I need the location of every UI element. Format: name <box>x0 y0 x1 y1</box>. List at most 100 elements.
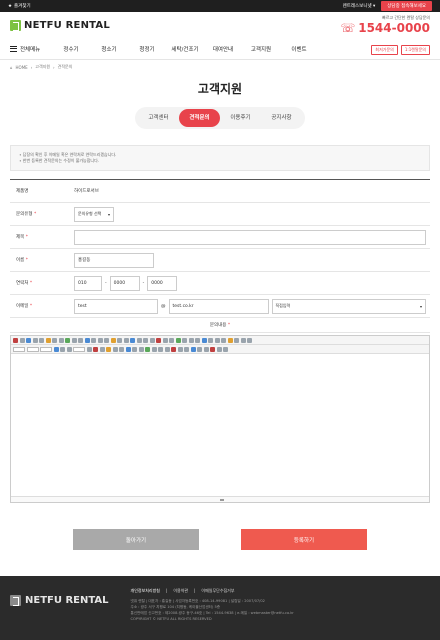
editor-tool-icon[interactable] <box>110 337 116 343</box>
editor-tool-icon[interactable] <box>210 346 215 352</box>
editor-tool-icon[interactable] <box>86 346 92 352</box>
tab-reviews[interactable]: 이용후기 <box>220 109 261 127</box>
editor-tool-icon[interactable] <box>149 337 155 343</box>
editor-tool-icon[interactable] <box>136 337 142 343</box>
footer-logo[interactable]: NETFU RENTAL <box>10 588 109 612</box>
phone-input-3[interactable]: 0000 <box>147 275 178 291</box>
editor-tool-icon[interactable] <box>145 346 150 352</box>
editor-tool-icon[interactable] <box>143 337 148 343</box>
email-domain-select[interactable]: 직접입력 ▾ <box>271 298 426 314</box>
email-id-input[interactable]: test <box>74 298 158 314</box>
nav-item-washer-dryer[interactable]: 세탁/건조기 <box>166 45 204 53</box>
consult-button[interactable]: 상담중 접속해보세요 <box>381 1 432 11</box>
editor-tool-icon[interactable] <box>39 337 44 343</box>
editor-tool-icon[interactable] <box>78 337 83 343</box>
editor-source-icon[interactable] <box>13 337 18 343</box>
editor-tool-icon[interactable] <box>197 346 202 352</box>
subject-input[interactable] <box>74 229 426 245</box>
editor-tool-icon[interactable] <box>184 346 189 352</box>
editor-tool-icon[interactable] <box>71 337 77 343</box>
editor-tool-icon[interactable] <box>201 337 207 343</box>
format-select[interactable] <box>13 346 25 352</box>
phone-number[interactable]: ☏ 1544-0000 <box>340 21 430 35</box>
editor-tool-icon[interactable] <box>182 337 187 343</box>
editor-tool-icon[interactable] <box>234 337 239 343</box>
nav-item-event[interactable]: 이벤트 <box>280 45 318 53</box>
back-button[interactable]: 돌아가기 <box>73 529 199 550</box>
editor-tool-icon[interactable] <box>93 346 98 352</box>
nav-item-rental-guide[interactable]: 대여안내 <box>204 45 242 53</box>
editor-tool-icon[interactable] <box>138 346 144 352</box>
site-logo[interactable]: NETFU RENTAL <box>10 19 110 31</box>
editor-tool-icon[interactable] <box>151 346 157 352</box>
editor-tool-icon[interactable] <box>97 337 103 343</box>
phone-input-1[interactable]: 010 <box>74 275 102 291</box>
nav-item-water-purifier[interactable]: 정수기 <box>52 45 90 53</box>
name-input[interactable]: 홍길동 <box>74 252 154 268</box>
editor-tool-icon[interactable] <box>188 337 194 343</box>
editor-tool-icon[interactable] <box>221 337 226 343</box>
editor-tool-icon[interactable] <box>177 346 183 352</box>
rental-inquiry-button[interactable]: 1:1렌탈문의 <box>400 45 430 55</box>
editor-tool-icon[interactable] <box>58 337 64 343</box>
crumb-support[interactable]: 고객지원 <box>35 64 50 70</box>
inquiry-type-select[interactable]: 문의유형 선택 ▾ <box>74 206 114 222</box>
editor-tool-icon[interactable] <box>208 337 213 343</box>
nav-item-support[interactable]: 고객지원 <box>242 45 280 53</box>
editor-tool-icon[interactable] <box>32 337 38 343</box>
editor-tool-icon[interactable] <box>190 346 196 352</box>
editor-tool-icon[interactable] <box>227 337 233 343</box>
favorite-link[interactable]: ★ 즐겨찾기 <box>8 3 31 10</box>
editor-tool-icon[interactable] <box>240 337 246 343</box>
editor-tool-icon[interactable] <box>53 346 59 352</box>
font-select[interactable] <box>26 346 39 352</box>
privacy-policy-link[interactable]: 개인정보처리방침 <box>131 588 160 594</box>
font-size-select[interactable] <box>40 346 52 352</box>
editor-tool-icon[interactable] <box>45 337 51 343</box>
tab-estimate-inquiry[interactable]: 견적문의 <box>179 109 220 127</box>
editor-tool-icon[interactable] <box>26 337 31 343</box>
nav-item-vacuum[interactable]: 청소기 <box>90 45 128 53</box>
submit-button[interactable]: 등록하기 <box>241 529 367 550</box>
editor-tool-icon[interactable] <box>195 337 200 343</box>
editor-tool-icon[interactable] <box>162 337 168 343</box>
editor-tool-icon[interactable] <box>65 337 70 343</box>
terms-link[interactable]: 이용약관 <box>173 588 188 594</box>
editor-tool-icon[interactable] <box>119 346 124 352</box>
lowest-price-button[interactable]: 최저가문의 <box>371 45 398 55</box>
editor-tool-icon[interactable] <box>214 337 220 343</box>
all-menu-button[interactable]: 전체메뉴 <box>10 45 52 53</box>
editor-tool-icon[interactable] <box>91 337 96 343</box>
nav-item-air-purifier[interactable]: 청정기 <box>128 45 166 53</box>
editor-tool-icon[interactable] <box>99 346 105 352</box>
editor-select[interactable] <box>73 346 85 352</box>
tab-notices[interactable]: 공지사항 <box>261 109 302 127</box>
editor-tool-icon[interactable] <box>203 346 209 352</box>
editor-tool-icon[interactable] <box>104 337 109 343</box>
editor-tool-icon[interactable] <box>132 346 137 352</box>
guide-link[interactable]: 렌트레스보니넷 ▾ <box>343 3 376 9</box>
tab-customer-center[interactable]: 고객센터 <box>138 109 179 127</box>
editor-tool-icon[interactable] <box>66 346 72 352</box>
editor-tool-icon[interactable] <box>156 337 161 343</box>
editor-tool-icon[interactable] <box>19 337 25 343</box>
email-refusal-link[interactable]: 이메일무단수집거부 <box>201 588 234 594</box>
phone-input-2[interactable]: 0000 <box>109 275 140 291</box>
editor-tool-icon[interactable] <box>216 346 222 352</box>
editor-tool-icon[interactable] <box>130 337 135 343</box>
email-domain-input[interactable]: test.co.kr <box>168 298 269 314</box>
editor-tool-icon[interactable] <box>169 337 174 343</box>
crumb-home[interactable]: HOME <box>16 65 28 70</box>
editor-tool-icon[interactable] <box>84 337 90 343</box>
editor-tool-icon[interactable] <box>247 337 252 343</box>
editor-tool-icon[interactable] <box>223 346 228 352</box>
editor-tool-icon[interactable] <box>123 337 129 343</box>
editor-tool-icon[interactable] <box>52 337 57 343</box>
editor-tool-icon[interactable] <box>158 346 163 352</box>
editor-tool-icon[interactable] <box>106 346 111 352</box>
editor-tool-icon[interactable] <box>125 346 131 352</box>
content-editor[interactable] <box>10 335 430 503</box>
editor-resize-handle[interactable] <box>11 496 429 502</box>
editor-tool-icon[interactable] <box>117 337 122 343</box>
editor-tool-icon[interactable] <box>175 337 181 343</box>
